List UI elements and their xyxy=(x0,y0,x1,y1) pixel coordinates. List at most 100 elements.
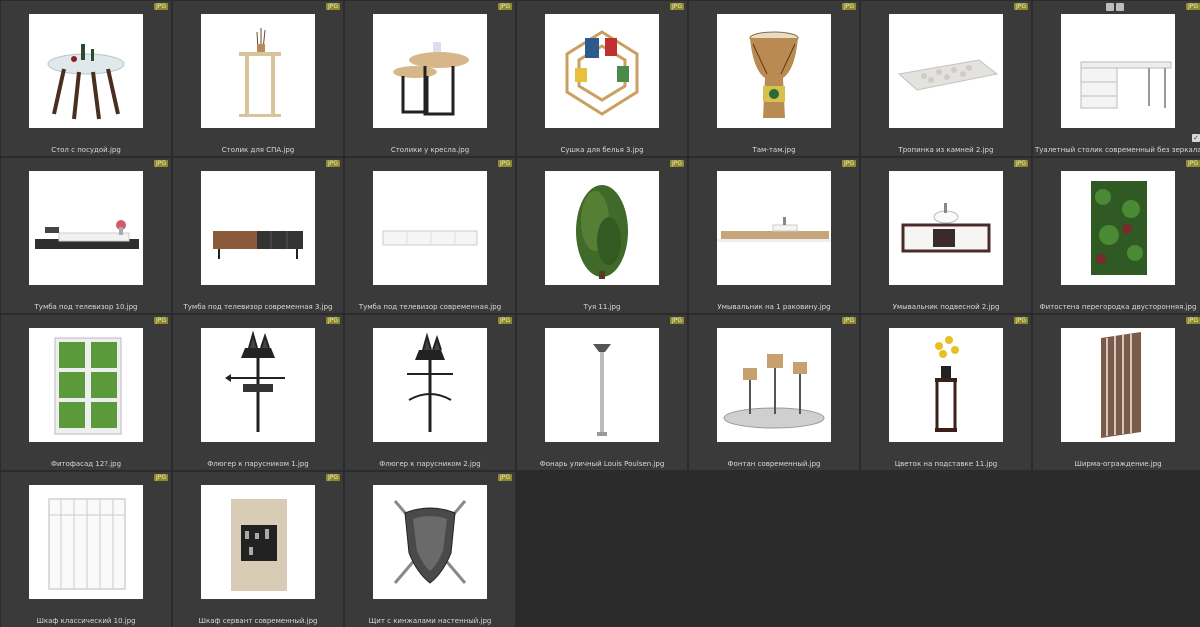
thumbnail-label: Фитостена перегородка двусторонняя.jpg xyxy=(1039,303,1197,311)
thumbnail-image[interactable] xyxy=(373,171,487,285)
tv-stand-wood-icon xyxy=(213,231,303,259)
thumbnail-item[interactable]: JPG Фитостена перегородка двусторонняя.jp… xyxy=(1033,158,1200,313)
thumbnail-image[interactable] xyxy=(373,485,487,599)
file-type-badge: JPG xyxy=(1185,3,1200,10)
thumbnail-label: Шкаф классический 10.jpg xyxy=(36,617,136,625)
thumbnail-item[interactable]: JPG Тумба под телевизор современная.jpg xyxy=(345,158,515,313)
thumbnail-item[interactable]: JPG Щит с кинжалами настенный.jpg xyxy=(345,472,515,627)
thumbnail-item[interactable]: JPG Умывальник подвесной 2.jpg xyxy=(861,158,1031,313)
thumbnail-item[interactable]: JPG Тумба под телевизор 10.jpg xyxy=(1,158,171,313)
thumbnail-label: Тумба под телевизор 10.jpg xyxy=(34,303,138,311)
thumbnail-item[interactable]: JPG Шкаф классический 10.jpg xyxy=(1,472,171,627)
thumbnail-item[interactable]: JPG Ширма-ограждение.jpg xyxy=(1033,315,1200,470)
thumbnail-item[interactable]: JPG Столики у кресла.jpg xyxy=(345,1,515,156)
thumbnail-label: Туя 11.jpg xyxy=(583,303,621,311)
file-type-badge: JPG xyxy=(1013,317,1028,324)
thumbnail-image[interactable] xyxy=(29,485,143,599)
file-type-badge: JPG xyxy=(669,317,684,324)
hover-toolbar xyxy=(1106,3,1124,11)
thumbnail-label: Флюгер к парусником 1.jpg xyxy=(207,460,309,468)
file-type-badge: JPG xyxy=(841,3,856,10)
thumbnail-label: Умывальник подвесной 2.jpg xyxy=(892,303,1000,311)
thumbnail-label: Шкаф сервант современный.jpg xyxy=(198,617,318,625)
file-type-badge: JPG xyxy=(153,317,168,324)
washbasin-counter-icon xyxy=(717,217,831,242)
thumbnail-image[interactable] xyxy=(201,485,315,599)
thumbnail-image[interactable] xyxy=(201,171,315,285)
thumbnail-image[interactable] xyxy=(545,171,659,285)
thumbnail-label: Стол с посудой.jpg xyxy=(51,146,121,154)
thumbnail-image[interactable] xyxy=(373,328,487,442)
dressing-table-icon xyxy=(1080,61,1172,109)
thumbnail-item[interactable]: JPG Шкаф сервант современный.jpg xyxy=(173,472,343,627)
thumbnail-image[interactable] xyxy=(201,328,315,442)
thumbnail-image[interactable] xyxy=(889,328,1003,442)
thumbnail-label: Столик для СПА.jpg xyxy=(221,146,295,154)
hanging-washbasin-icon xyxy=(901,203,991,253)
thumbnail-label: Флюгер к парусником 2.jpg xyxy=(379,460,481,468)
street-lamp-icon xyxy=(593,344,611,436)
thumbnail-item[interactable]: JPG Сушка для белья 3.jpg xyxy=(517,1,687,156)
view-icon[interactable] xyxy=(1106,3,1114,11)
thumbnail-item[interactable]: JPG Фонтан современный.jpg xyxy=(689,315,859,470)
thumbnail-image[interactable] xyxy=(717,171,831,285)
fountain-icon xyxy=(723,354,825,429)
thumbnail-image[interactable] xyxy=(29,171,143,285)
thumbnail-item[interactable]: JPG Там-там.jpg xyxy=(689,1,859,156)
thumbnail-label: Ширма-ограждение.jpg xyxy=(1074,460,1162,468)
file-type-badge: JPG xyxy=(1013,160,1028,167)
thumbnail-item[interactable]: JPG Флюгер к парусником 1.jpg xyxy=(173,315,343,470)
thumbnail-label: Тумба под телевизор современная.jpg xyxy=(358,303,502,311)
thumbnail-label: Там-там.jpg xyxy=(752,146,796,154)
file-type-badge: JPG xyxy=(497,474,512,481)
thumbnail-grid: JPG Стол с посудой.jpg JPG Столик для СПА.j… xyxy=(0,0,1200,627)
file-type-badge: JPG xyxy=(325,474,340,481)
thumbnail-item[interactable]: JPG Умывальник на 1 раковину.jpg xyxy=(689,158,859,313)
thumbnail-item[interactable]: JPG Фонарь уличный Louis Poulsen.jpg xyxy=(517,315,687,470)
table-with-dishes-icon xyxy=(47,44,125,120)
thumbnail-label: Туалетный столик современный без зеркала… xyxy=(1035,146,1200,154)
thumbnail-item[interactable]: JPG Туя 11.jpg xyxy=(517,158,687,313)
edit-icon[interactable] xyxy=(1116,3,1124,11)
file-type-badge: JPG xyxy=(153,160,168,167)
thumbnail-image[interactable] xyxy=(545,14,659,128)
thumbnail-item[interactable]: JPG ✓ Туалетный столик современный без зер… xyxy=(1033,1,1200,156)
thuja-tree-icon xyxy=(576,185,628,279)
file-type-badge: JPG xyxy=(153,3,168,10)
thumbnail-image[interactable] xyxy=(717,14,831,128)
thumbnail-item[interactable]: JPG Тумба под телевизор современная 3.jpg xyxy=(173,158,343,313)
thumbnail-label: Тумба под телевизор современная 3.jpg xyxy=(183,303,333,311)
thumbnail-item[interactable]: JPG Столик для СПА.jpg xyxy=(173,1,343,156)
file-type-badge: JPG xyxy=(497,317,512,324)
thumbnail-image[interactable] xyxy=(545,328,659,442)
thumbnail-item[interactable]: JPG Фитофасад 12?.jpg xyxy=(1,315,171,470)
nesting-tables-icon xyxy=(393,42,469,116)
modern-sideboard-icon xyxy=(231,499,287,591)
thumbnail-image[interactable] xyxy=(889,14,1003,128)
file-type-badge: JPG xyxy=(669,3,684,10)
thumbnail-image[interactable] xyxy=(889,171,1003,285)
drum-icon xyxy=(749,31,799,118)
file-type-badge: JPG xyxy=(669,160,684,167)
spa-side-table-icon xyxy=(239,28,281,117)
thumbnail-image[interactable] xyxy=(373,14,487,128)
thumbnail-image[interactable] xyxy=(1061,14,1175,128)
tv-stand-white-icon xyxy=(382,230,478,246)
thumbnail-image[interactable] xyxy=(29,14,143,128)
laundry-rack-icon xyxy=(565,30,639,116)
thumbnail-image[interactable] xyxy=(1061,171,1175,285)
file-type-badge: JPG xyxy=(841,317,856,324)
thumbnail-image[interactable] xyxy=(717,328,831,442)
thumbnail-item[interactable]: JPG Стол с посудой.jpg xyxy=(1,1,171,156)
select-checkbox[interactable]: ✓ xyxy=(1192,134,1200,142)
file-type-badge: JPG xyxy=(153,474,168,481)
file-type-badge: JPG xyxy=(1013,3,1028,10)
thumbnail-item[interactable]: JPG Флюгер к парусником 2.jpg xyxy=(345,315,515,470)
thumbnail-image[interactable] xyxy=(1061,328,1175,442)
tv-stand-icon xyxy=(35,220,139,249)
thumbnail-image[interactable] xyxy=(29,328,143,442)
thumbnail-image[interactable] xyxy=(201,14,315,128)
thumbnail-label: Фонарь уличный Louis Poulsen.jpg xyxy=(539,460,665,468)
thumbnail-item[interactable]: JPG Тропинка из камней 2.jpg xyxy=(861,1,1031,156)
thumbnail-item[interactable]: JPG Цветок на подставке 11.jpg xyxy=(861,315,1031,470)
